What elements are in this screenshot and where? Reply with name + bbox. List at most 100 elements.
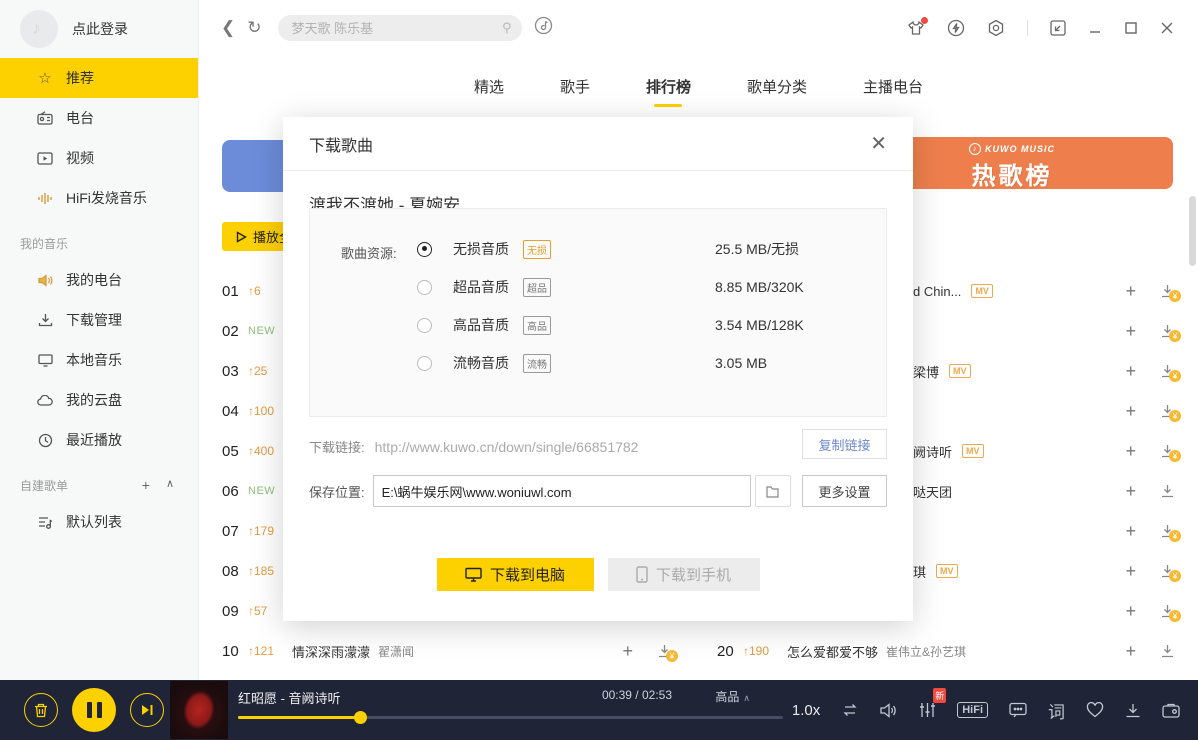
song-text-fragment[interactable]: 梁博	[913, 362, 939, 381]
close-window-icon[interactable]	[1160, 21, 1174, 35]
tab-live-radio[interactable]: 主播电台	[863, 76, 923, 107]
add-to-playlist-icon[interactable]: +	[1125, 282, 1136, 300]
search-bar[interactable]: ⚲	[278, 15, 522, 41]
skin-icon[interactable]	[907, 20, 925, 36]
quality-selector[interactable]: 高品∧	[715, 688, 750, 705]
add-to-playlist-icon[interactable]: +	[1125, 402, 1136, 420]
sidebar-item-recent-played[interactable]: 最近播放	[0, 420, 198, 460]
tab-featured[interactable]: 精选	[474, 76, 504, 107]
tab-artists[interactable]: 歌手	[560, 76, 590, 107]
next-track-button[interactable]	[130, 693, 164, 727]
login-label[interactable]: 点此登录	[72, 19, 128, 39]
add-to-playlist-icon[interactable]: +	[1125, 522, 1136, 540]
sidebar-item-my-radio[interactable]: 我的电台	[0, 260, 198, 300]
sidebar-item-cloud-drive[interactable]: 我的云盘	[0, 380, 198, 420]
refresh-icon[interactable]: ↻	[247, 18, 261, 38]
sidebar-item-default-playlist[interactable]: 默认列表	[0, 502, 198, 542]
camera-mode-icon[interactable]	[1162, 703, 1180, 718]
copy-link-button[interactable]: 复制链接	[802, 429, 887, 459]
download-to-pc-button[interactable]: 下载到电脑	[437, 558, 594, 591]
quality-option-standard[interactable]: 流畅音质 流畅 3.05 MB	[417, 353, 551, 373]
minimize-icon[interactable]	[1088, 21, 1102, 35]
download-song-icon[interactable]	[1160, 644, 1175, 658]
play-mode-loop-icon[interactable]	[841, 702, 859, 718]
scrollbar-thumb[interactable]	[1189, 196, 1196, 266]
add-to-playlist-icon[interactable]: +	[1125, 442, 1136, 460]
add-playlist-icon[interactable]: +	[142, 477, 150, 493]
sidebar-item-video[interactable]: 视频	[0, 138, 198, 178]
hifi-mode-button[interactable]: HiFi	[957, 702, 988, 718]
song-row-20[interactable]: 20 ↑190 怎么爱都爱不够 崔伟立&孙艺琪 +	[717, 631, 1175, 671]
sidebar-item-hifi[interactable]: HiFi发烧音乐	[0, 178, 198, 218]
song-artist[interactable]: 崔伟立&孙艺琪	[886, 643, 966, 660]
avatar[interactable]	[20, 10, 58, 48]
music-recognize-icon[interactable]	[534, 16, 553, 40]
pause-button[interactable]	[72, 688, 116, 732]
quality-option-super[interactable]: 超品音质 超品 8.85 MB/320K	[417, 277, 551, 297]
mv-badge[interactable]: MV	[971, 284, 993, 298]
maximize-icon[interactable]	[1124, 21, 1138, 35]
save-path-input[interactable]	[373, 475, 751, 507]
download-song-icon[interactable]: ¥	[1160, 444, 1175, 458]
sidebar-item-local-music[interactable]: 本地音乐	[0, 340, 198, 380]
delete-song-button[interactable]	[24, 693, 58, 727]
quality-option-lossless[interactable]: 无损音质 无损 25.5 MB/无损	[417, 239, 551, 259]
equalizer-icon[interactable]: 新	[919, 702, 936, 718]
sidebar-item-recommend[interactable]: ☆ 推荐	[0, 58, 198, 98]
sidebar-item-radio[interactable]: 电台	[0, 98, 198, 138]
radio-unselected[interactable]	[417, 280, 432, 295]
song-text-fragment[interactable]: 琪	[913, 562, 926, 581]
mini-mode-icon[interactable]	[1050, 20, 1066, 36]
download-song-icon[interactable]: ¥	[657, 644, 672, 658]
download-song-icon[interactable]: ¥	[1160, 564, 1175, 578]
add-to-playlist-icon[interactable]: +	[1125, 602, 1136, 620]
favorite-heart-icon[interactable]	[1086, 702, 1104, 718]
album-art[interactable]	[170, 681, 228, 739]
radio-selected[interactable]	[417, 242, 432, 257]
song-text-fragment[interactable]: 哒天团	[913, 482, 952, 501]
mv-badge[interactable]: MV	[949, 364, 971, 378]
playback-speed-button[interactable]: 1.0x	[792, 702, 820, 719]
download-song-icon[interactable]: ¥	[1160, 364, 1175, 378]
add-to-playlist-icon[interactable]: +	[1125, 362, 1136, 380]
dialog-close-icon[interactable]: ✕	[870, 134, 887, 154]
add-to-playlist-icon[interactable]: +	[1125, 562, 1136, 580]
tab-rankings[interactable]: 排行榜	[646, 76, 691, 107]
song-text-fragment[interactable]: d Chin...	[913, 284, 961, 299]
song-title[interactable]: 情深深雨濛濛	[292, 642, 370, 661]
add-to-playlist-icon[interactable]: +	[1125, 482, 1136, 500]
add-to-playlist-icon[interactable]: +	[622, 642, 633, 660]
radio-unselected[interactable]	[417, 356, 432, 371]
download-song-icon[interactable]: ¥	[1160, 284, 1175, 298]
quality-option-high[interactable]: 高品音质 高品 3.54 MB/128K	[417, 315, 551, 335]
download-song-icon[interactable]: ¥	[1160, 404, 1175, 418]
browse-folder-icon[interactable]	[755, 475, 791, 507]
add-to-playlist-icon[interactable]: +	[1125, 322, 1136, 340]
lyrics-button[interactable]: 词	[1048, 698, 1065, 723]
more-settings-button[interactable]: 更多设置	[802, 475, 887, 507]
collapse-playlists-icon[interactable]: ∧	[166, 477, 174, 493]
search-input[interactable]	[292, 21, 502, 36]
progress-bar[interactable]	[238, 716, 783, 719]
sidebar-item-downloads[interactable]: 下载管理	[0, 300, 198, 340]
radio-unselected[interactable]	[417, 318, 432, 333]
song-title[interactable]: 怎么爱都爱不够	[787, 642, 878, 661]
mv-badge[interactable]: MV	[962, 444, 984, 458]
tab-playlist-categories[interactable]: 歌单分类	[747, 76, 807, 107]
download-current-icon[interactable]	[1125, 703, 1141, 718]
settings-gear-icon[interactable]	[987, 19, 1005, 37]
add-to-playlist-icon[interactable]: +	[1125, 642, 1136, 660]
volume-icon[interactable]	[880, 703, 898, 718]
now-playing-title[interactable]: 红昭愿 - 音阙诗听	[238, 691, 341, 706]
download-song-icon[interactable]: ¥	[1160, 604, 1175, 618]
download-song-icon[interactable]	[1160, 484, 1175, 498]
song-row-10[interactable]: 10 ↑121 情深深雨濛濛 翟潇闻 +¥	[222, 631, 672, 671]
progress-knob[interactable]	[354, 711, 367, 724]
comments-icon[interactable]	[1009, 702, 1027, 718]
login-area[interactable]: 点此登录	[0, 0, 198, 58]
download-song-icon[interactable]: ¥	[1160, 524, 1175, 538]
search-icon[interactable]: ⚲	[502, 20, 512, 36]
song-artist[interactable]: 翟潇闻	[378, 643, 414, 660]
download-to-phone-button[interactable]: 下载到手机	[608, 558, 760, 591]
boost-icon[interactable]	[947, 19, 965, 37]
